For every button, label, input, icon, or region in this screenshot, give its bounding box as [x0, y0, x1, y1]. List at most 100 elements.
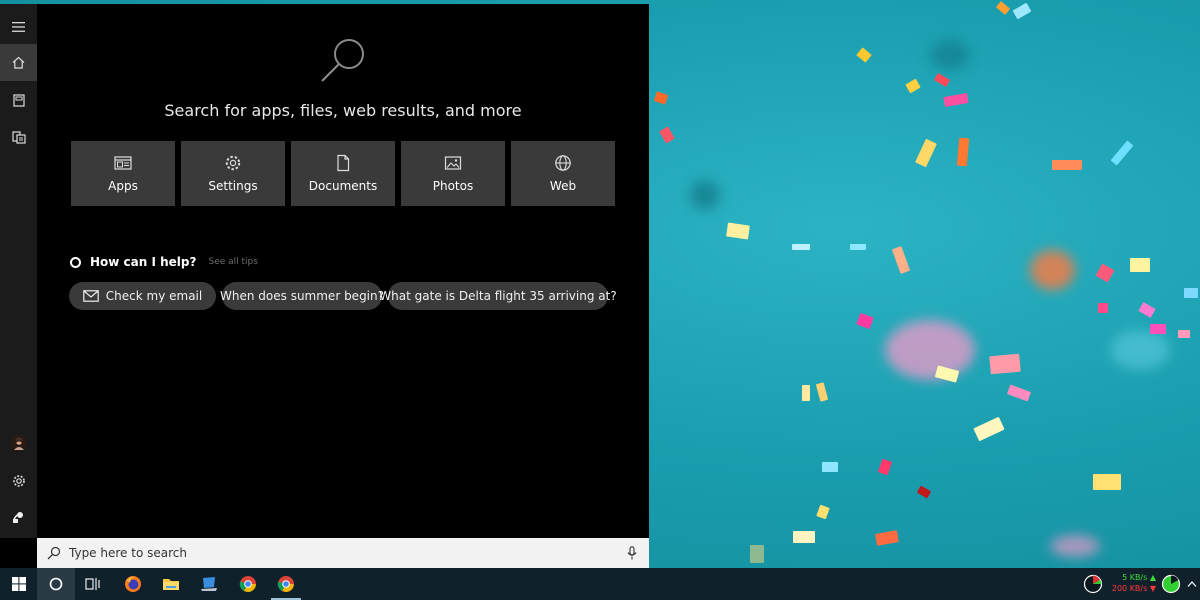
home-icon	[12, 56, 25, 69]
chrome-icon	[277, 576, 294, 592]
confetti	[943, 92, 969, 108]
confetti	[1093, 474, 1121, 490]
confetti	[877, 458, 893, 476]
avatar	[10, 434, 27, 451]
confetti	[1052, 160, 1082, 170]
account-button[interactable]	[0, 424, 37, 461]
confetti	[1138, 302, 1156, 318]
confetti	[956, 137, 970, 167]
confetti	[750, 545, 764, 563]
home-button[interactable]	[0, 44, 37, 81]
search-icon	[47, 546, 61, 560]
tile-documents[interactable]: Documents	[291, 141, 395, 206]
tile-apps[interactable]: Apps	[71, 141, 175, 206]
firefox-icon	[125, 576, 141, 592]
confetti	[653, 91, 669, 105]
wallpaper-blob	[1050, 535, 1100, 557]
cortana-button[interactable]	[37, 568, 75, 600]
confetti	[933, 73, 951, 87]
file-explorer-button[interactable]	[152, 568, 190, 600]
confetti	[1095, 263, 1115, 283]
taskbar-search-box[interactable]: Type here to search	[37, 538, 649, 568]
confetti	[973, 416, 1005, 442]
feedback-button[interactable]	[0, 499, 37, 536]
download-speed: 200 KB/s	[1111, 584, 1148, 593]
confetti	[793, 531, 815, 543]
feedback-icon	[13, 512, 23, 523]
document-icon	[337, 154, 350, 172]
microphone-icon[interactable]	[627, 546, 637, 560]
search-headline: Search for apps, files, web results, and…	[164, 101, 522, 120]
devices-icon	[11, 131, 26, 144]
suggestion-chip[interactable]: When does summer begin?	[220, 282, 384, 310]
memory-meter-icon	[1161, 574, 1181, 594]
search-home: Search for apps, files, web results, and…	[37, 4, 649, 538]
gear-icon	[12, 474, 25, 487]
photo-icon	[444, 156, 462, 170]
wallpaper-blob	[885, 320, 975, 380]
gear-icon	[225, 155, 241, 171]
notebook-button[interactable]	[0, 82, 37, 119]
confetti	[1098, 303, 1108, 313]
help-header: How can I help? See all tips	[70, 253, 258, 271]
confetti	[1110, 140, 1134, 166]
laptop-app-icon	[201, 577, 217, 591]
confetti	[802, 385, 810, 401]
wallpaper-blob	[930, 40, 970, 70]
tile-photos[interactable]: Photos	[401, 141, 505, 206]
confetti	[792, 244, 810, 250]
confetti	[1184, 288, 1198, 298]
search-category-tiles: Apps Settings Documents Photos Web	[71, 141, 615, 206]
tile-label: Photos	[432, 179, 474, 193]
hamburger-menu-icon	[12, 21, 25, 32]
laptop-app-button[interactable]	[190, 568, 228, 600]
confetti	[1130, 258, 1150, 272]
confetti	[1178, 330, 1190, 338]
help-title: How can I help?	[90, 255, 197, 269]
chrome-icon	[239, 576, 256, 593]
confetti	[989, 353, 1021, 375]
settings-button[interactable]	[0, 462, 37, 499]
confetti	[1150, 324, 1166, 334]
search-panel: Search for apps, files, web results, and…	[0, 4, 649, 568]
suggestion-chip[interactable]: Check my email	[69, 282, 216, 310]
suggestion-chip-label: When does summer begin?	[220, 289, 384, 303]
tile-settings[interactable]: Settings	[181, 141, 285, 206]
devices-button[interactable]	[0, 119, 37, 156]
search-input[interactable]: Type here to search	[69, 546, 187, 560]
confetti	[891, 246, 911, 274]
confetti	[875, 530, 899, 546]
cortana-ring-icon	[70, 256, 81, 268]
cortana-icon	[49, 577, 63, 591]
wallpaper-blob	[1110, 330, 1170, 370]
wallpaper-blob	[690, 180, 720, 210]
chrome-button[interactable]	[229, 568, 267, 600]
confetti	[916, 485, 932, 499]
suggestion-chip-label: Check my email	[105, 289, 203, 303]
apps-icon	[114, 156, 132, 170]
upload-speed: 5 KB/s	[1122, 573, 1148, 582]
tile-label: Web	[549, 179, 577, 193]
hamburger-menu-button[interactable]	[0, 8, 37, 45]
taskbar: 5 KB/s ▲ 200 KB/s ▼	[0, 568, 1200, 600]
search-icon	[321, 39, 364, 82]
confetti	[815, 382, 829, 402]
confetti	[1006, 384, 1032, 402]
chevron-up-icon[interactable]	[1187, 580, 1197, 588]
chrome-button[interactable]	[267, 568, 305, 600]
left-rail	[0, 4, 37, 538]
start-button[interactable]	[0, 568, 38, 600]
globe-icon	[555, 155, 571, 171]
confetti	[856, 312, 874, 330]
task-view-button[interactable]	[74, 568, 112, 600]
task-view-icon	[85, 578, 100, 590]
confetti	[822, 462, 838, 472]
tile-label: Documents	[308, 179, 378, 193]
mail-icon	[82, 290, 99, 302]
suggestion-chip[interactable]: What gate is Delta flight 35 arriving at…	[379, 282, 617, 310]
confetti	[915, 138, 937, 168]
tile-web[interactable]: Web	[511, 141, 615, 206]
firefox-button[interactable]	[114, 568, 152, 600]
wallpaper-blob	[1030, 250, 1075, 290]
see-all-tips-link[interactable]: See all tips	[208, 257, 257, 267]
